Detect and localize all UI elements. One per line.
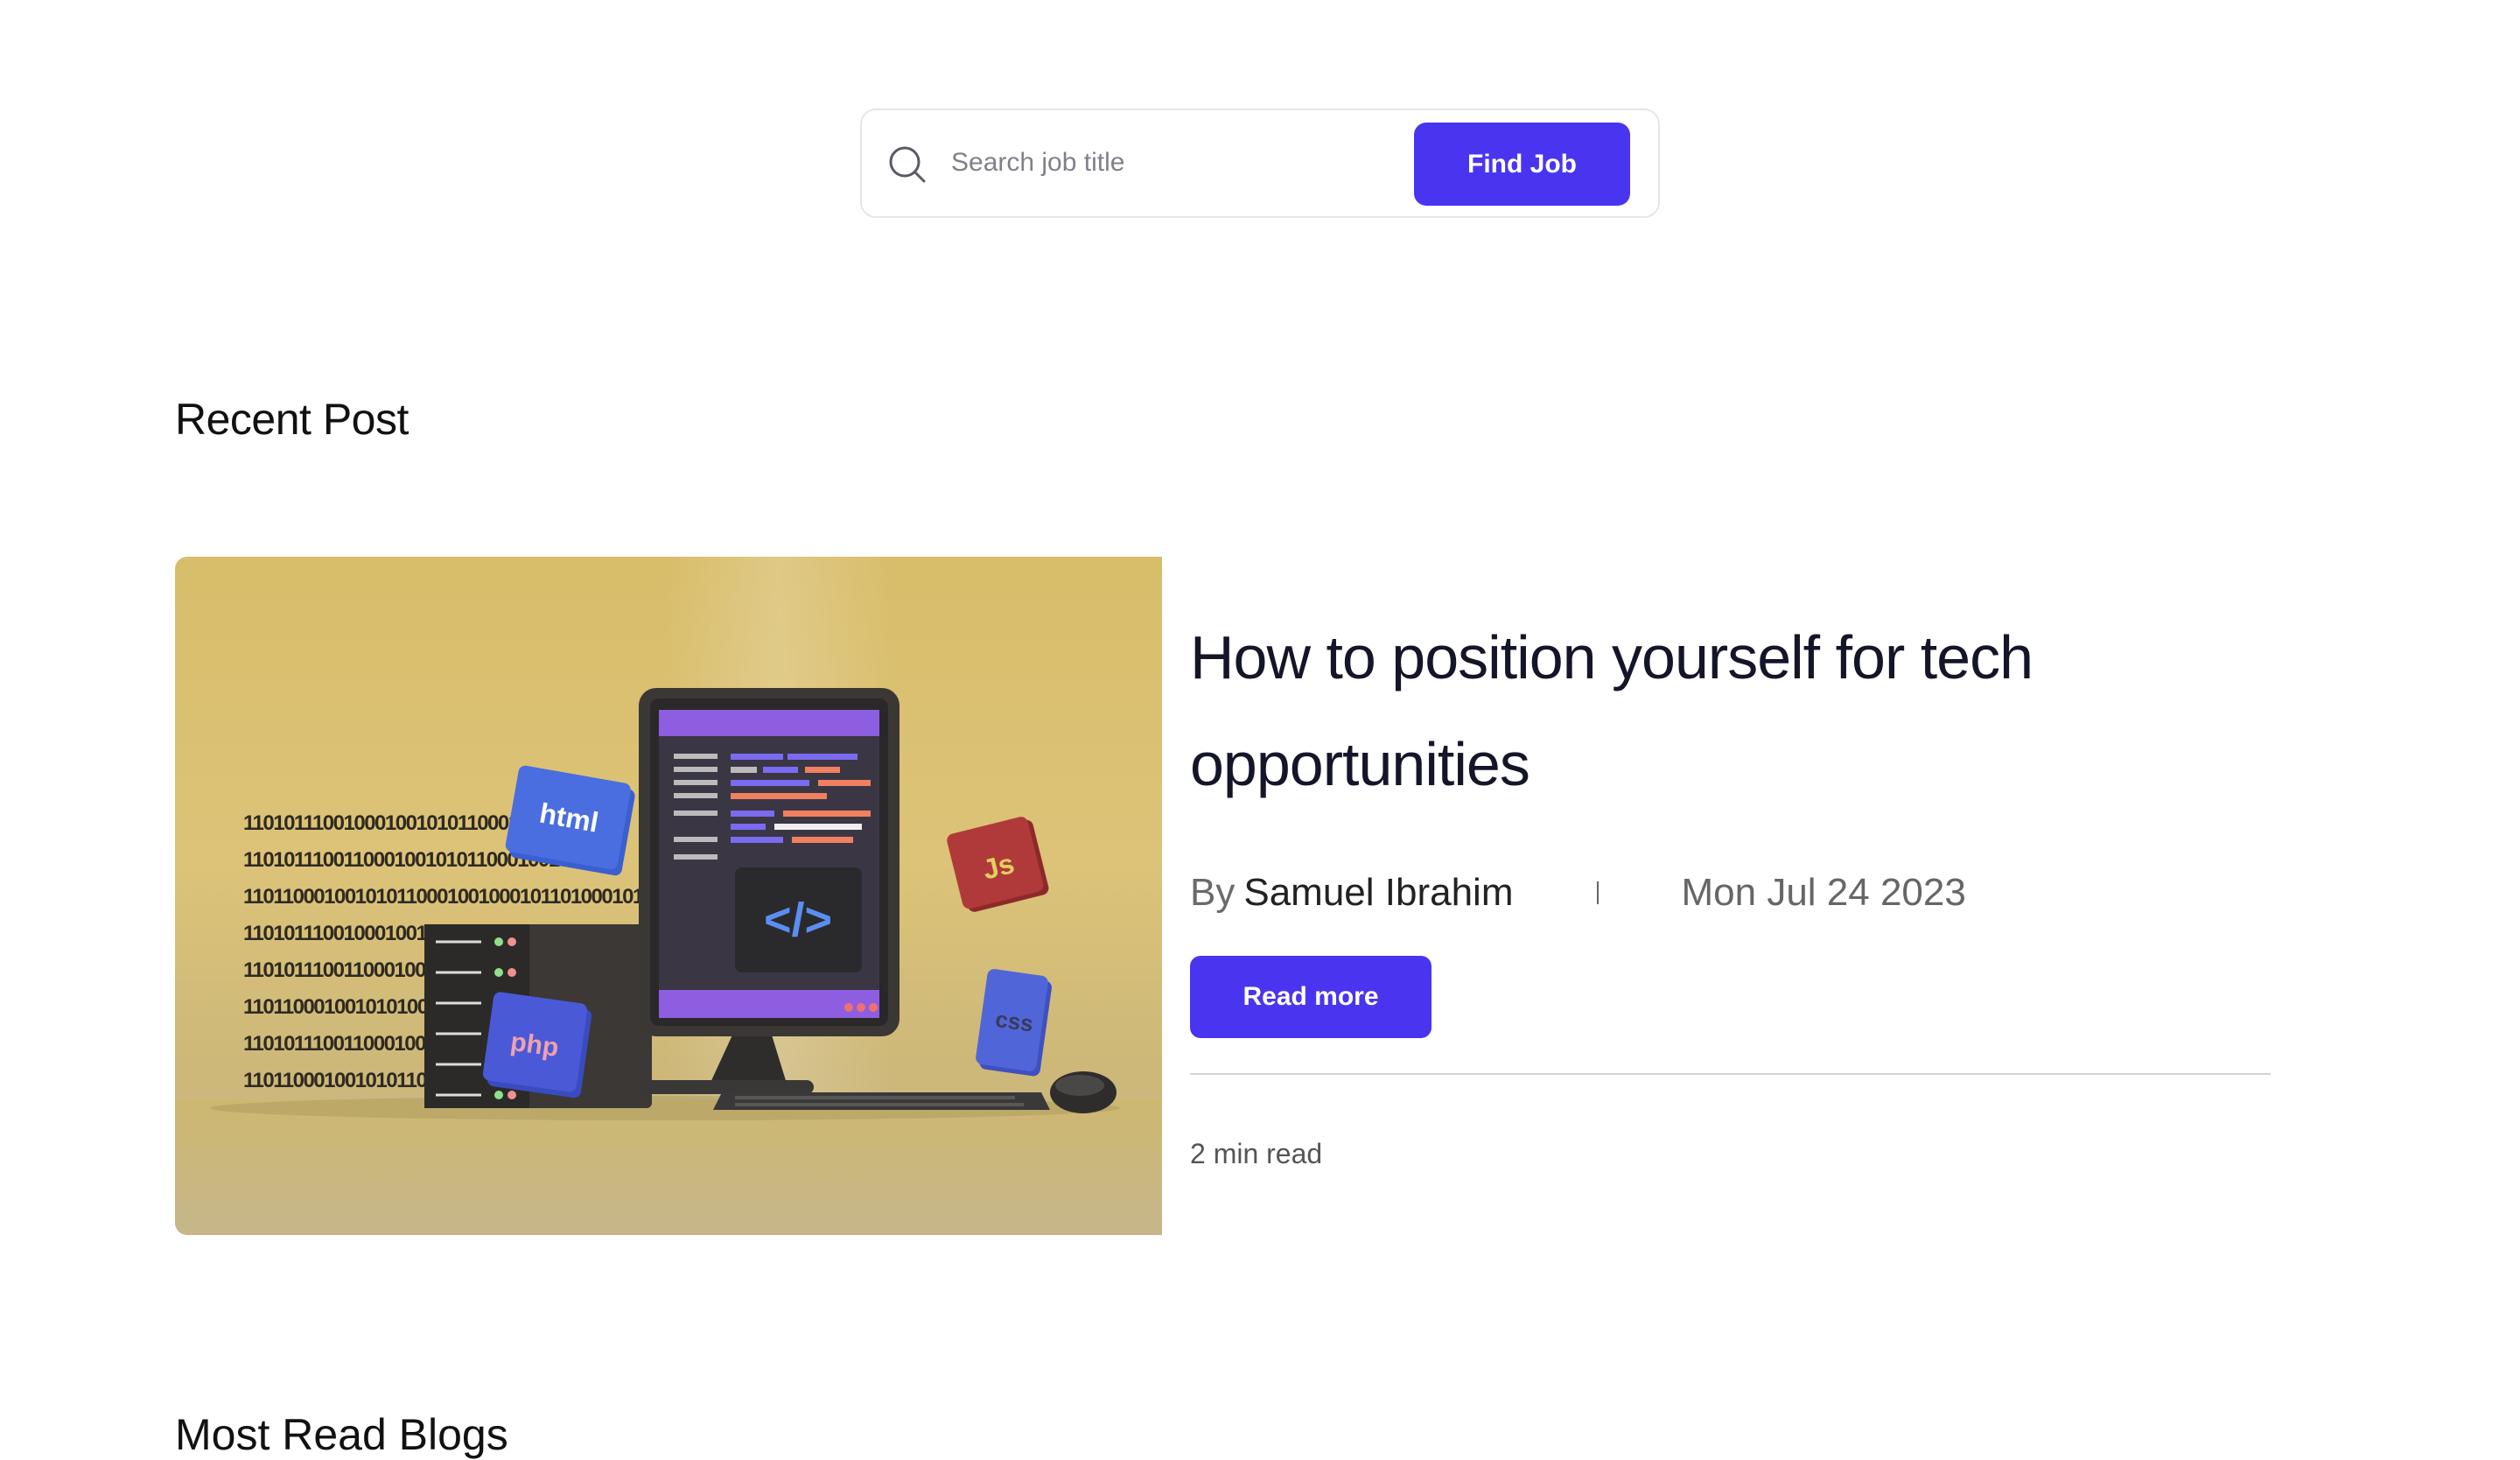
find-job-button[interactable]: Find Job [1414,123,1630,206]
svg-text:css: css [994,1006,1035,1037]
most-read-heading: Most Read Blogs [175,1410,508,1459]
recent-post-heading: Recent Post [175,395,409,444]
read-time: 2 min read [1190,1138,1323,1169]
search-input[interactable] [951,137,1371,189]
by-label: By [1190,871,1236,914]
search-icon [888,145,927,184]
meta-separator [1596,881,1599,904]
divider [1190,1073,2271,1075]
php-tag: php [482,992,592,1099]
post-title[interactable]: How to position yourself for tech opport… [1190,604,2240,818]
read-more-button[interactable]: Read more [1190,956,1432,1038]
post-image[interactable]: 110101110010001001010110001001010010 110… [175,557,1162,1235]
css-tag: css [976,969,1052,1077]
binary-line: 1101100010010101100010010001011010001010… [243,885,695,909]
search-bar: Find Job [860,109,1660,218]
post-author: Samuel Ibrahim [1243,871,1514,914]
code-symbol: </> [764,894,832,946]
js-tag: Js [947,817,1049,912]
monitor-illustration: </> [639,688,900,1094]
post-date: Mon Jul 24 2023 [1681,871,1966,914]
post-meta: By Samuel Ibrahim Mon Jul 24 2023 [1190,867,1966,919]
